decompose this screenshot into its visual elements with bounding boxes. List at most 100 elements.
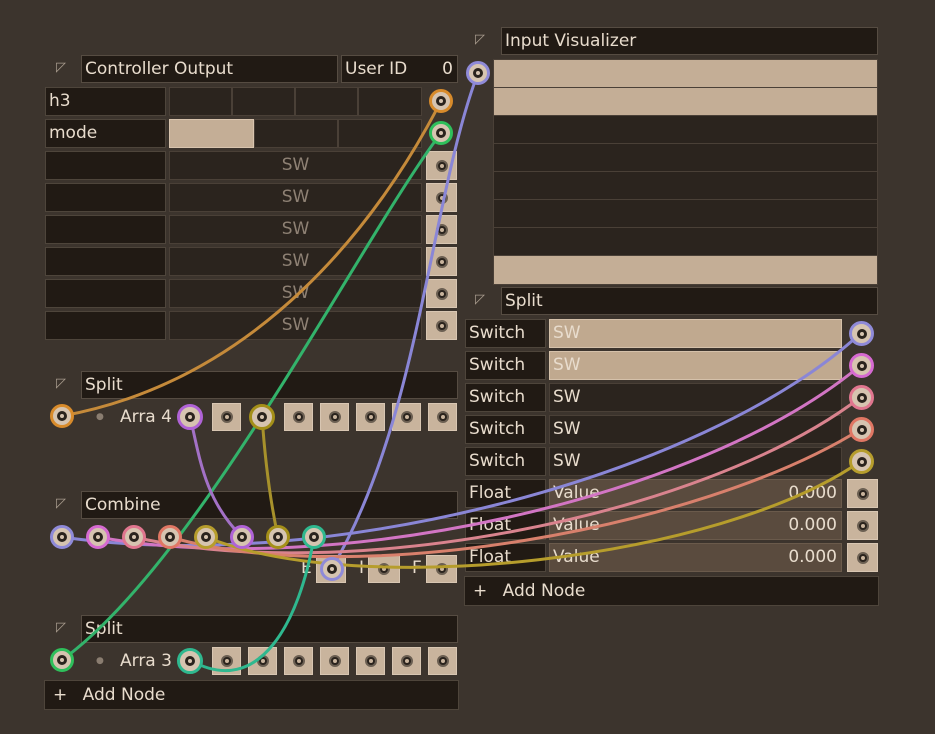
output-port-6[interactable] (426, 247, 457, 276)
combine-port-label-e: E (301, 558, 312, 578)
split-c-type-1: Switch (465, 319, 546, 348)
combine-in-teal[interactable] (302, 525, 326, 549)
split-c-value-1[interactable]: SW (549, 319, 842, 348)
output-port-8[interactable] (426, 311, 457, 340)
output-label-3[interactable] (45, 151, 166, 180)
user-id-field[interactable]: User ID 0 (341, 55, 458, 83)
add-node-button-left[interactable]: + Add Node (44, 680, 459, 710)
split-c-float-8[interactable]: Value 0.000 (549, 543, 842, 572)
h3-cell-3[interactable] (295, 87, 358, 116)
split-b-port-4[interactable] (284, 647, 313, 675)
combine-in-rose[interactable] (122, 525, 146, 549)
split-a-port-2[interactable] (212, 403, 241, 431)
split-b-input-green[interactable] (50, 648, 74, 672)
combine-port-e-blue[interactable] (320, 557, 344, 581)
split-b-array-label: Arra 3 (120, 651, 172, 671)
output-label-5[interactable] (45, 215, 166, 244)
split-a-input-orange[interactable] (50, 404, 74, 428)
output-label-7[interactable] (45, 279, 166, 308)
split-a-port-5[interactable] (320, 403, 349, 431)
mode-cell-2[interactable] (254, 119, 338, 148)
h3-cell-1[interactable] (169, 87, 232, 116)
split-b-port-6[interactable] (356, 647, 385, 675)
input-visualizer-title: Input Visualizer (501, 27, 878, 55)
mode-cell-3[interactable] (338, 119, 422, 148)
h3-cell-4[interactable] (358, 87, 422, 116)
output-port-5[interactable] (426, 215, 457, 244)
split-a-port-3-olive[interactable] (249, 404, 275, 430)
combine-in-blue[interactable] (50, 525, 74, 549)
add-node-label: Add Node (82, 685, 166, 705)
add-node-button-right[interactable]: + Add Node (464, 576, 879, 606)
split-c-port-7[interactable] (847, 511, 878, 540)
output-sw-7[interactable]: SW (169, 279, 422, 308)
split-c-port-6[interactable] (847, 479, 878, 508)
split-c-port-3-rose[interactable] (849, 385, 874, 410)
output-label-4[interactable] (45, 183, 166, 212)
split-b-port-7[interactable] (392, 647, 421, 675)
collapse-icon[interactable]: ◸ (56, 494, 66, 514)
bullet-icon: ● (96, 656, 104, 666)
split-c-port-2-pink[interactable] (849, 353, 874, 378)
output-label-6[interactable] (45, 247, 166, 276)
combine-port-f[interactable] (426, 555, 457, 583)
split-a-port-1-purple[interactable] (177, 404, 203, 430)
split-c-value-2[interactable]: SW (549, 351, 842, 380)
split-c-float-6[interactable]: Value 0.000 (549, 479, 842, 508)
combine-in-pink[interactable] (86, 525, 110, 549)
split-c-port-1-blue[interactable] (849, 321, 874, 346)
split-c-port-8[interactable] (847, 543, 878, 572)
split-a-port-6[interactable] (356, 403, 385, 431)
split-b-port-8[interactable] (428, 647, 457, 675)
split-c-port-5-olive[interactable] (849, 449, 874, 474)
mode-cell-1[interactable] (169, 119, 254, 148)
output-sw-3[interactable]: SW (169, 151, 422, 180)
collapse-icon[interactable]: ◸ (56, 58, 66, 78)
split-c-port-4-salmon[interactable] (849, 417, 874, 442)
output-label-8[interactable] (45, 311, 166, 340)
split-a-port-8[interactable] (428, 403, 457, 431)
visualizer-row-3 (494, 116, 877, 144)
split-c-type-4: Switch (465, 415, 546, 444)
combine-in-olive-2[interactable] (266, 525, 290, 549)
split-a-port-7[interactable] (392, 403, 421, 431)
split-a-array-label: Arra 4 (120, 407, 172, 427)
combine-in-olive[interactable] (194, 525, 218, 549)
visualizer-row-8 (494, 256, 877, 284)
connector-h3-orange[interactable] (429, 89, 453, 113)
output-sw-6[interactable]: SW (169, 247, 422, 276)
split-c-value-4[interactable]: SW (549, 415, 842, 444)
bullet-icon: ● (96, 412, 104, 422)
collapse-icon[interactable]: ◸ (475, 290, 485, 310)
visualizer-row-4 (494, 144, 877, 172)
output-label-h3[interactable]: h3 (45, 87, 166, 116)
connector-mode-green[interactable] (429, 121, 453, 145)
output-sw-5[interactable]: SW (169, 215, 422, 244)
output-label-mode[interactable]: mode (45, 119, 166, 148)
float-value-label: Value (553, 483, 600, 503)
collapse-icon[interactable]: ◸ (56, 374, 66, 394)
split-c-value-3[interactable]: SW (549, 383, 842, 412)
split-c-value-5[interactable]: SW (549, 447, 842, 476)
split-b-port-3[interactable] (248, 647, 277, 675)
output-sw-8[interactable]: SW (169, 311, 422, 340)
split-a-port-4[interactable] (284, 403, 313, 431)
split-c-title: Split (501, 287, 878, 315)
output-sw-4[interactable]: SW (169, 183, 422, 212)
h3-cell-2[interactable] (232, 87, 295, 116)
split-b-port-1-teal[interactable] (177, 648, 203, 674)
visualizer-row-5 (494, 172, 877, 200)
combine-in-salmon[interactable] (158, 525, 182, 549)
connector-visualizer-in[interactable] (466, 61, 490, 85)
split-b-port-2[interactable] (212, 647, 241, 675)
plus-icon: + (473, 581, 488, 601)
output-port-4[interactable] (426, 183, 457, 212)
combine-port-i[interactable] (368, 555, 400, 583)
collapse-icon[interactable]: ◸ (475, 30, 485, 50)
split-c-float-7[interactable]: Value 0.000 (549, 511, 842, 540)
output-port-3[interactable] (426, 151, 457, 180)
collapse-icon[interactable]: ◸ (56, 618, 66, 638)
combine-in-purple[interactable] (230, 525, 254, 549)
split-b-port-5[interactable] (320, 647, 349, 675)
output-port-7[interactable] (426, 279, 457, 308)
